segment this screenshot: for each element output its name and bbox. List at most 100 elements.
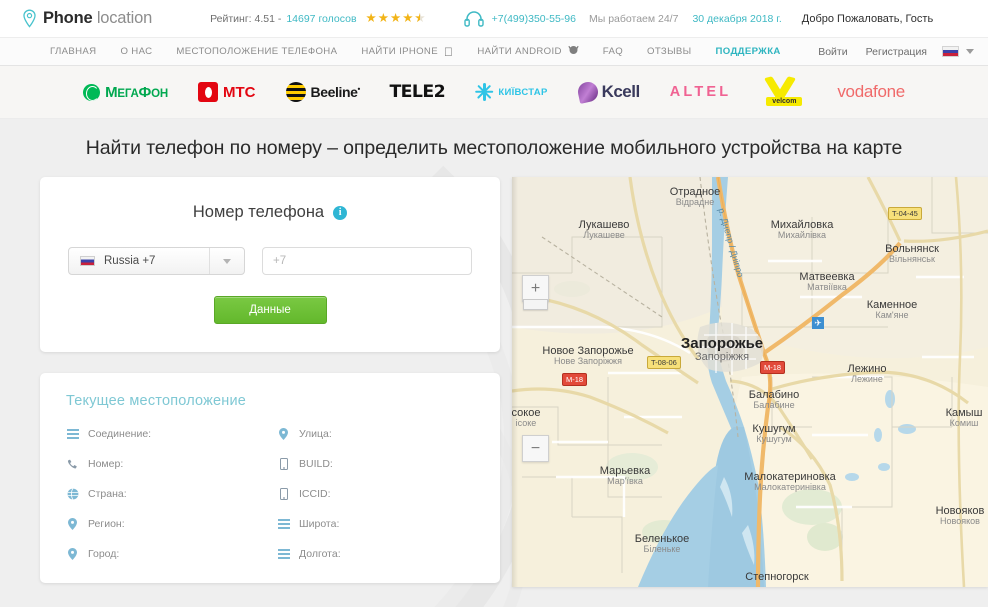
map-zoom-slider[interactable]: +: [522, 275, 549, 310]
nav-item-find-android[interactable]: НАЙТИ ANDROID: [465, 45, 590, 59]
field-number: Номер:: [66, 449, 263, 479]
field-country: Страна:: [66, 479, 263, 509]
main-content: Найти телефон по номеру – определить мес…: [0, 119, 988, 607]
operator-logo-strip: МЕГАФОН МТС Beeline• TELE2 КИЇВСТАР Kcel…: [0, 66, 988, 119]
country-select-value: Russia +7: [104, 255, 156, 267]
megafon-globe-icon: [83, 83, 101, 101]
field-region: Регион:: [66, 509, 263, 539]
language-flag-icon[interactable]: [942, 46, 959, 57]
chevron-down-icon: [223, 258, 231, 264]
support-phone[interactable]: +7(499)350-55-96: [492, 13, 576, 25]
map-zoom-in-button[interactable]: +: [522, 275, 549, 302]
login-link[interactable]: Войти: [809, 46, 856, 58]
nav-item-phone-location[interactable]: МЕСТОПОЛОЖЕНИЕ ТЕЛЕФОНА: [164, 46, 349, 57]
road-shield: T-08-06: [647, 356, 681, 369]
nav-label: ГЛАВНАЯ: [50, 46, 97, 57]
left-column: Номер телефона i Russia +7 Данные Текуще…: [0, 177, 512, 587]
nav-item-support[interactable]: ПОДДЕРЖКА: [704, 46, 793, 57]
submit-data-button[interactable]: Данные: [213, 296, 327, 324]
mts-egg-icon: [198, 82, 219, 102]
operator-logo-velcom[interactable]: velcom: [761, 76, 807, 108]
star-icon: ★: [377, 11, 389, 26]
form-row: Russia +7: [68, 247, 472, 275]
map-edge-shadow: [512, 177, 518, 587]
location-pin-icon: [22, 9, 37, 28]
phone-number-input[interactable]: [262, 247, 472, 275]
location-fields-grid: Соединение: Улица: Номер: BUILD: Страна:…: [66, 419, 474, 569]
field-label: Улица:: [299, 428, 332, 440]
country-select-dropdown[interactable]: [210, 248, 244, 274]
operator-name: Beeline•: [310, 84, 361, 100]
operator-logo-kcell[interactable]: Kcell: [575, 77, 641, 107]
operator-logo-tele2[interactable]: TELE2: [389, 77, 445, 107]
location-map[interactable]: + − T-04-45 T-08-06 M-18 M-18 ✈ р. Днепр…: [512, 177, 988, 587]
bars-icon: [66, 429, 79, 439]
bars-icon: [277, 549, 290, 559]
field-label: Номер:: [88, 458, 124, 470]
nav-label: ОТЗЫВЫ: [637, 46, 691, 57]
map-zoom-out-button[interactable]: −: [522, 435, 549, 462]
road-shield: M-18: [562, 373, 588, 386]
operator-name: МЕГАФОН: [105, 83, 169, 101]
map-zoom-slider-thumb[interactable]: [523, 299, 548, 310]
top-bar: Phone location Рейтинг: 4.51 - 14697 гол…: [0, 0, 988, 37]
nav-item-home[interactable]: ГЛАВНАЯ: [38, 46, 108, 57]
nav-item-reviews[interactable]: ОТЗЫВЫ: [635, 46, 704, 57]
field-label: BUILD:: [299, 458, 333, 470]
star-icon: ★: [389, 11, 402, 26]
android-icon: [568, 45, 579, 59]
field-label: ICCID:: [299, 488, 331, 500]
site-logo[interactable]: Phone location: [22, 9, 152, 28]
road-shield: M-18: [760, 361, 786, 374]
star-icon: ★: [402, 11, 414, 26]
operator-name: vodafone: [837, 82, 905, 101]
operator-logo-kyivstar[interactable]: КИЇВСТАР: [474, 77, 547, 107]
operator-logo-altel[interactable]: ALTEL: [670, 77, 732, 107]
map-pin-icon: [66, 518, 79, 530]
apple-icon: : [444, 46, 453, 58]
bars-icon: [277, 519, 290, 529]
nav-label: ПОДДЕРЖКА: [706, 46, 781, 57]
operator-logo-beeline[interactable]: Beeline•: [285, 77, 361, 107]
operator-name: Kcell: [601, 82, 641, 101]
register-link[interactable]: Регистрация: [857, 46, 936, 58]
logo-text: Phone location: [43, 9, 152, 28]
rating-votes[interactable]: 14697 голосов: [286, 13, 356, 25]
rating-stars: ★ ★ ★ ★ ★: [366, 12, 426, 25]
operator-name: TELE2: [389, 82, 445, 102]
nav-label: МЕСТОПОЛОЖЕНИЕ ТЕЛЕФОНА: [176, 46, 338, 57]
operator-logo-vodafone[interactable]: vodafone: [837, 77, 905, 107]
kcell-swirl-icon: [575, 80, 600, 104]
content-columns: Номер телефона i Russia +7 Данные Текуще…: [0, 160, 988, 587]
field-label: Широта:: [299, 518, 340, 530]
nav-label: О НАС: [120, 46, 153, 57]
country-flag-icon: [80, 256, 95, 266]
mobile-icon: [277, 458, 290, 470]
field-longitude: Долгота:: [277, 539, 474, 569]
kyivstar-burst-icon: [474, 82, 494, 102]
current-date: 30 декабря 2018 г.: [692, 12, 782, 25]
nav-label: НАЙТИ IPHONE: [361, 46, 438, 57]
country-select[interactable]: Russia +7: [68, 247, 245, 275]
field-street: Улица:: [277, 419, 474, 449]
info-icon[interactable]: i: [333, 205, 348, 220]
logo-brand-bold: Phone: [43, 9, 93, 27]
operator-name: velcom: [766, 97, 803, 106]
nav-item-about[interactable]: О НАС: [108, 46, 164, 57]
nav-items: ГЛАВНАЯ О НАС МЕСТОПОЛОЖЕНИЕ ТЕЛЕФОНА НА…: [38, 45, 793, 59]
chevron-down-icon[interactable]: [966, 49, 974, 54]
operator-logo-mts[interactable]: МТС: [198, 77, 256, 107]
operator-logo-megafon[interactable]: МЕГАФОН: [83, 77, 168, 107]
star-half-icon: ★: [414, 12, 425, 25]
field-build: BUILD:: [277, 449, 474, 479]
nav-item-find-iphone[interactable]: НАЙТИ IPHONE : [349, 46, 465, 58]
work-hours-label: Мы работаем 24/7: [588, 12, 679, 25]
field-iccid: ICCID:: [277, 479, 474, 509]
logo-brand-light: location: [96, 9, 153, 27]
mobile-icon: [277, 488, 290, 500]
nav-item-faq[interactable]: FAQ: [591, 46, 635, 57]
rating-block: Рейтинг: 4.51 - 14697 голосов ★ ★ ★ ★ ★: [210, 12, 426, 25]
globe-icon: [66, 488, 79, 500]
operator-name: МТС: [223, 83, 256, 101]
page-title: Найти телефон по номеру – определить мес…: [85, 137, 903, 159]
